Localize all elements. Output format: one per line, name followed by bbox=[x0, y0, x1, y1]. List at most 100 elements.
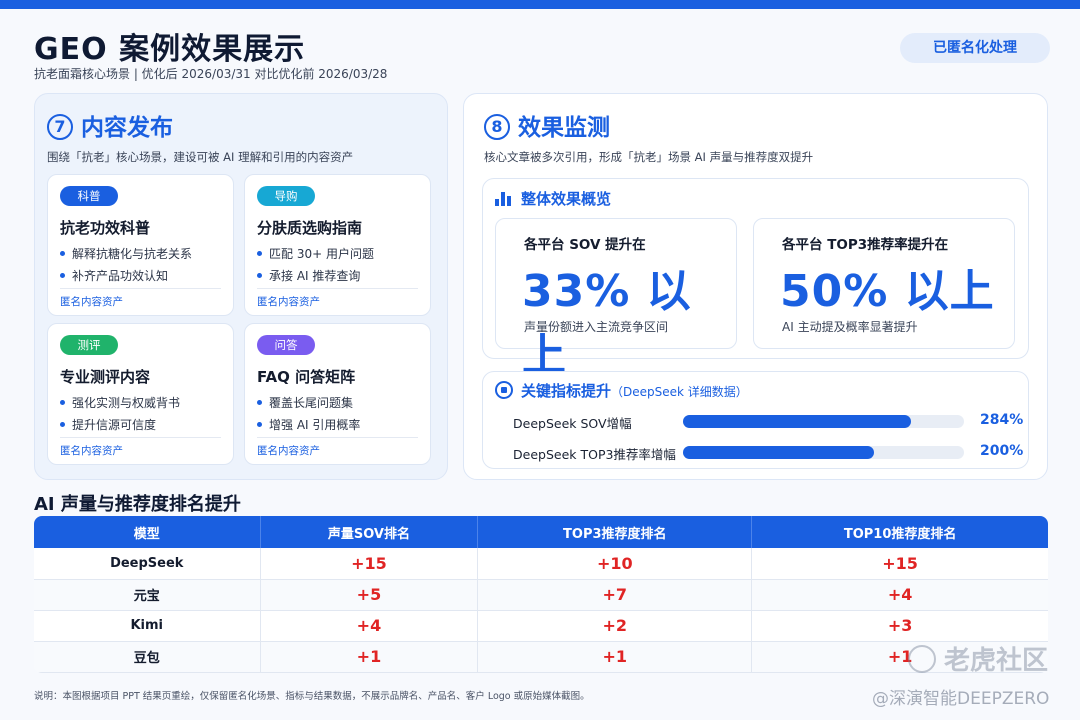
author-watermark: @深演智能DEEPZERO bbox=[872, 689, 1050, 709]
content-publish-desc: 围绕「抗老」核心场景，建设可被 AI 理解和引用的内容资产 bbox=[47, 150, 354, 164]
list-item: 覆盖长尾问题集 bbox=[257, 392, 360, 414]
card-title: 分肤质选购指南 bbox=[257, 219, 363, 237]
content-publish-title-text: 内容发布 bbox=[81, 115, 173, 141]
bar-fill-top3 bbox=[683, 446, 875, 459]
table-cell: +7 bbox=[477, 579, 753, 611]
bar-track-sov bbox=[683, 415, 964, 428]
card-bullets: 解释抗糖化与抗老关系 补齐产品功效认知 bbox=[60, 243, 192, 287]
metric-note: AI 主动提及概率显著提升 bbox=[782, 320, 918, 334]
table-header-cell: TOP3推荐度排名 bbox=[477, 516, 753, 548]
list-item: 补齐产品功效认知 bbox=[60, 265, 192, 287]
card-footer: 匿名内容资产 bbox=[257, 296, 320, 308]
card-divider bbox=[257, 437, 418, 438]
section-number-badge: 7 bbox=[47, 114, 73, 140]
overview-title: 整体效果概览 bbox=[521, 190, 612, 208]
table-row: DeepSeek +15 +10 +15 bbox=[34, 548, 1048, 580]
top-accent-bar bbox=[0, 0, 1080, 9]
table-cell: +2 bbox=[477, 610, 753, 642]
card-divider bbox=[60, 437, 221, 438]
card-title: 抗老功效科普 bbox=[60, 219, 151, 237]
card-tag: 科普 bbox=[60, 186, 118, 206]
content-card-review[interactable]: 测评 专业测评内容 强化实测与权威背书 提升信源可信度 匿名内容资产 bbox=[47, 323, 234, 465]
table-header-cell: 模型 bbox=[34, 516, 261, 548]
effect-monitor-desc: 核心文章被多次引用，形成「抗老」场景 AI 声量与推荐度双提升 bbox=[484, 150, 814, 164]
key-metrics-box: 关键指标提升（DeepSeek 详细数据） DeepSeek SOV增幅 284… bbox=[482, 371, 1029, 469]
card-title: FAQ 问答矩阵 bbox=[257, 368, 356, 386]
page-title: GEO 案例效果展示 bbox=[34, 32, 306, 67]
table-cell: +1 bbox=[260, 641, 479, 673]
metric-note: 声量份额进入主流竞争区间 bbox=[524, 320, 669, 334]
overview-box: 整体效果概览 各平台 SOV 提升在 33% 以上 声量份额进入主流竞争区间 各… bbox=[482, 178, 1029, 381]
metric-label: 各平台 TOP3推荐率提升在 bbox=[782, 237, 949, 253]
card-footer: 匿名内容资产 bbox=[257, 445, 320, 457]
content-card-guide[interactable]: 导购 分肤质选购指南 匹配 30+ 用户问题 承接 AI 推荐查询 匿名内容资产 bbox=[244, 174, 431, 316]
card-divider bbox=[257, 288, 418, 289]
community-watermark-text: 老虎社区 bbox=[944, 646, 1049, 676]
effect-monitor-title: 8 效果监测 bbox=[484, 108, 610, 142]
footnote: 说明：本图根据项目 PPT 结果页重绘，仅保留匿名化场景、指标与结果数据，不展示… bbox=[34, 691, 590, 702]
key-metrics-title-note: （DeepSeek 详细数据） bbox=[611, 385, 748, 399]
list-item: 承接 AI 推荐查询 bbox=[257, 265, 374, 287]
card-footer: 匿名内容资产 bbox=[60, 296, 123, 308]
bar-chart-icon bbox=[495, 190, 513, 206]
table-cell-model: 豆包 bbox=[34, 641, 261, 673]
table-row: Kimi +4 +2 +3 bbox=[34, 610, 1048, 642]
card-bullets: 匹配 30+ 用户问题 承接 AI 推荐查询 bbox=[257, 243, 374, 287]
community-logo-icon bbox=[908, 645, 936, 673]
table-cell-model: DeepSeek bbox=[34, 548, 261, 580]
table-cell: +4 bbox=[260, 610, 479, 642]
content-publish-panel: 7 内容发布 围绕「抗老」核心场景，建设可被 AI 理解和引用的内容资产 科普 抗… bbox=[34, 93, 448, 480]
list-item: 强化实测与权威背书 bbox=[60, 392, 180, 414]
table-header-cell: TOP10推荐度排名 bbox=[751, 516, 1048, 548]
community-watermark: 老虎社区 bbox=[908, 640, 1048, 677]
effect-monitor-panel: 8 效果监测 核心文章被多次引用，形成「抗老」场景 AI 声量与推荐度双提升 整体… bbox=[463, 93, 1048, 480]
metric-value: 50% 以上 bbox=[780, 266, 995, 317]
key-metrics-title-text: 关键指标提升 bbox=[521, 382, 612, 400]
table-row: 元宝 +5 +7 +4 bbox=[34, 579, 1048, 611]
content-publish-title: 7 内容发布 bbox=[47, 108, 173, 142]
card-tag: 导购 bbox=[257, 186, 315, 206]
anonymized-badge: 已匿名化处理 bbox=[900, 33, 1050, 63]
metric-card-top3: 各平台 TOP3推荐率提升在 50% 以上 AI 主动提及概率显著提升 bbox=[753, 218, 1015, 349]
table-header-row: 模型 声量SOV排名 TOP3推荐度排名 TOP10推荐度排名 bbox=[34, 516, 1048, 548]
content-card-science[interactable]: 科普 抗老功效科普 解释抗糖化与抗老关系 补齐产品功效认知 匿名内容资产 bbox=[47, 174, 234, 316]
bar-track-top3 bbox=[683, 446, 964, 459]
card-bullets: 覆盖长尾问题集 增强 AI 引用概率 bbox=[257, 392, 360, 436]
metric-card-sov: 各平台 SOV 提升在 33% 以上 声量份额进入主流竞争区间 bbox=[495, 218, 737, 381]
effect-monitor-title-text: 效果监测 bbox=[518, 115, 610, 141]
list-item: 匹配 30+ 用户问题 bbox=[257, 243, 374, 265]
table-header-cell: 声量SOV排名 bbox=[260, 516, 479, 548]
list-item: 提升信源可信度 bbox=[60, 414, 180, 436]
card-divider bbox=[60, 288, 221, 289]
bar-value-sov: 284% bbox=[980, 412, 1024, 428]
table-cell: +4 bbox=[751, 579, 1048, 611]
table-cell-model: 元宝 bbox=[34, 579, 261, 611]
table-cell: +5 bbox=[260, 579, 479, 611]
table-cell: +15 bbox=[751, 548, 1048, 580]
table-cell: +10 bbox=[477, 548, 753, 580]
bar-label-sov: DeepSeek SOV增幅 bbox=[513, 416, 632, 431]
table-cell: +15 bbox=[260, 548, 479, 580]
card-footer: 匿名内容资产 bbox=[60, 445, 123, 457]
list-item: 解释抗糖化与抗老关系 bbox=[60, 243, 192, 265]
target-icon bbox=[495, 381, 513, 399]
table-cell: +1 bbox=[477, 641, 753, 673]
bar-label-top3: DeepSeek TOP3推荐率增幅 bbox=[513, 447, 676, 462]
table-row: 豆包 +1 +1 +1 bbox=[34, 641, 1048, 673]
bar-value-top3: 200% bbox=[980, 443, 1024, 459]
metric-label: 各平台 SOV 提升在 bbox=[524, 237, 646, 253]
page-subtitle: 抗老面霜核心场景 | 优化后 2026/03/31 对比优化前 2026/03/… bbox=[34, 67, 388, 81]
bar-fill-sov bbox=[683, 415, 911, 428]
card-tag: 测评 bbox=[60, 335, 118, 355]
key-metrics-title: 关键指标提升（DeepSeek 详细数据） bbox=[521, 380, 748, 401]
table-title: AI 声量与推荐度排名提升 bbox=[34, 494, 241, 515]
section-number-badge: 8 bbox=[484, 114, 510, 140]
content-card-faq[interactable]: 问答 FAQ 问答矩阵 覆盖长尾问题集 增强 AI 引用概率 匿名内容资产 bbox=[244, 323, 431, 465]
table-cell-model: Kimi bbox=[34, 610, 261, 642]
list-item: 增强 AI 引用概率 bbox=[257, 414, 360, 436]
ranking-table: 模型 声量SOV排名 TOP3推荐度排名 TOP10推荐度排名 DeepSeek… bbox=[34, 516, 1048, 673]
card-bullets: 强化实测与权威背书 提升信源可信度 bbox=[60, 392, 180, 436]
table-cell: +3 bbox=[751, 610, 1048, 642]
card-title: 专业测评内容 bbox=[60, 368, 151, 386]
card-tag: 问答 bbox=[257, 335, 315, 355]
